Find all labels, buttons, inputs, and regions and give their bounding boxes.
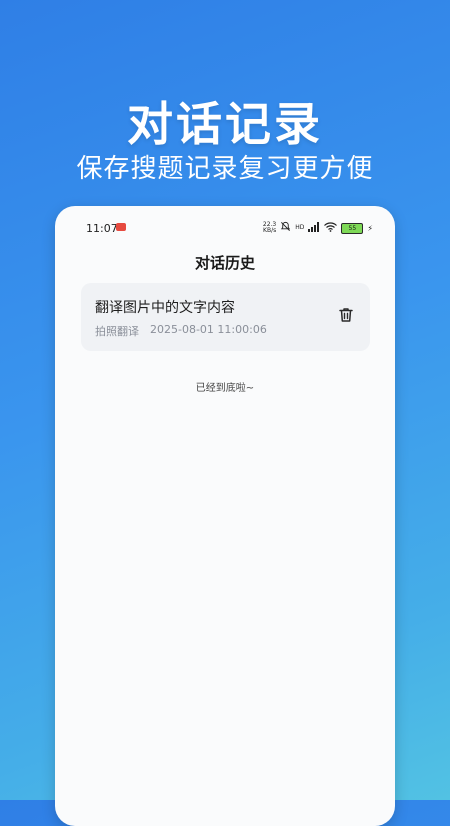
net-speed: 22.3 KB/s <box>263 222 276 234</box>
charging-icon: ⚡ <box>367 223 373 233</box>
record-type: 拍照翻译 <box>95 325 139 338</box>
page-title: 对话历史 <box>194 254 255 272</box>
promo-subtitle: 保存搜题记录复习更方便 <box>76 154 374 184</box>
record-title: 翻译图片中的文字内容 <box>95 300 235 316</box>
wifi-icon <box>324 221 338 235</box>
record-timestamp: 2025-08-01 11:00:06 <box>150 323 267 336</box>
list-end-text: 已经到底啦~ <box>195 383 255 394</box>
phone-screen: 11:07 22.3 KB/s HD 55 ⚡ 对话历史 翻译图片中的文字内容 … <box>55 206 395 826</box>
trash-icon <box>337 306 355 328</box>
battery-icon: 55 <box>341 222 364 234</box>
status-time: 11:07 <box>86 222 118 235</box>
status-icons: 22.3 KB/s HD 55 ⚡ <box>263 221 373 235</box>
net-speed-unit: KB/s <box>263 227 277 234</box>
promo-title: 对话记录 <box>127 97 323 151</box>
delete-button[interactable] <box>336 307 356 327</box>
signal-icon <box>308 221 320 235</box>
mute-icon <box>280 221 291 235</box>
notification-icon <box>116 223 126 231</box>
signal-label: HD <box>295 224 305 231</box>
status-bar: 11:07 22.3 KB/s HD 55 ⚡ <box>55 206 395 246</box>
history-record-card[interactable]: 翻译图片中的文字内容 拍照翻译 2025-08-01 11:00:06 <box>81 283 370 351</box>
record-meta: 拍照翻译 2025-08-01 11:00:06 <box>95 323 267 339</box>
